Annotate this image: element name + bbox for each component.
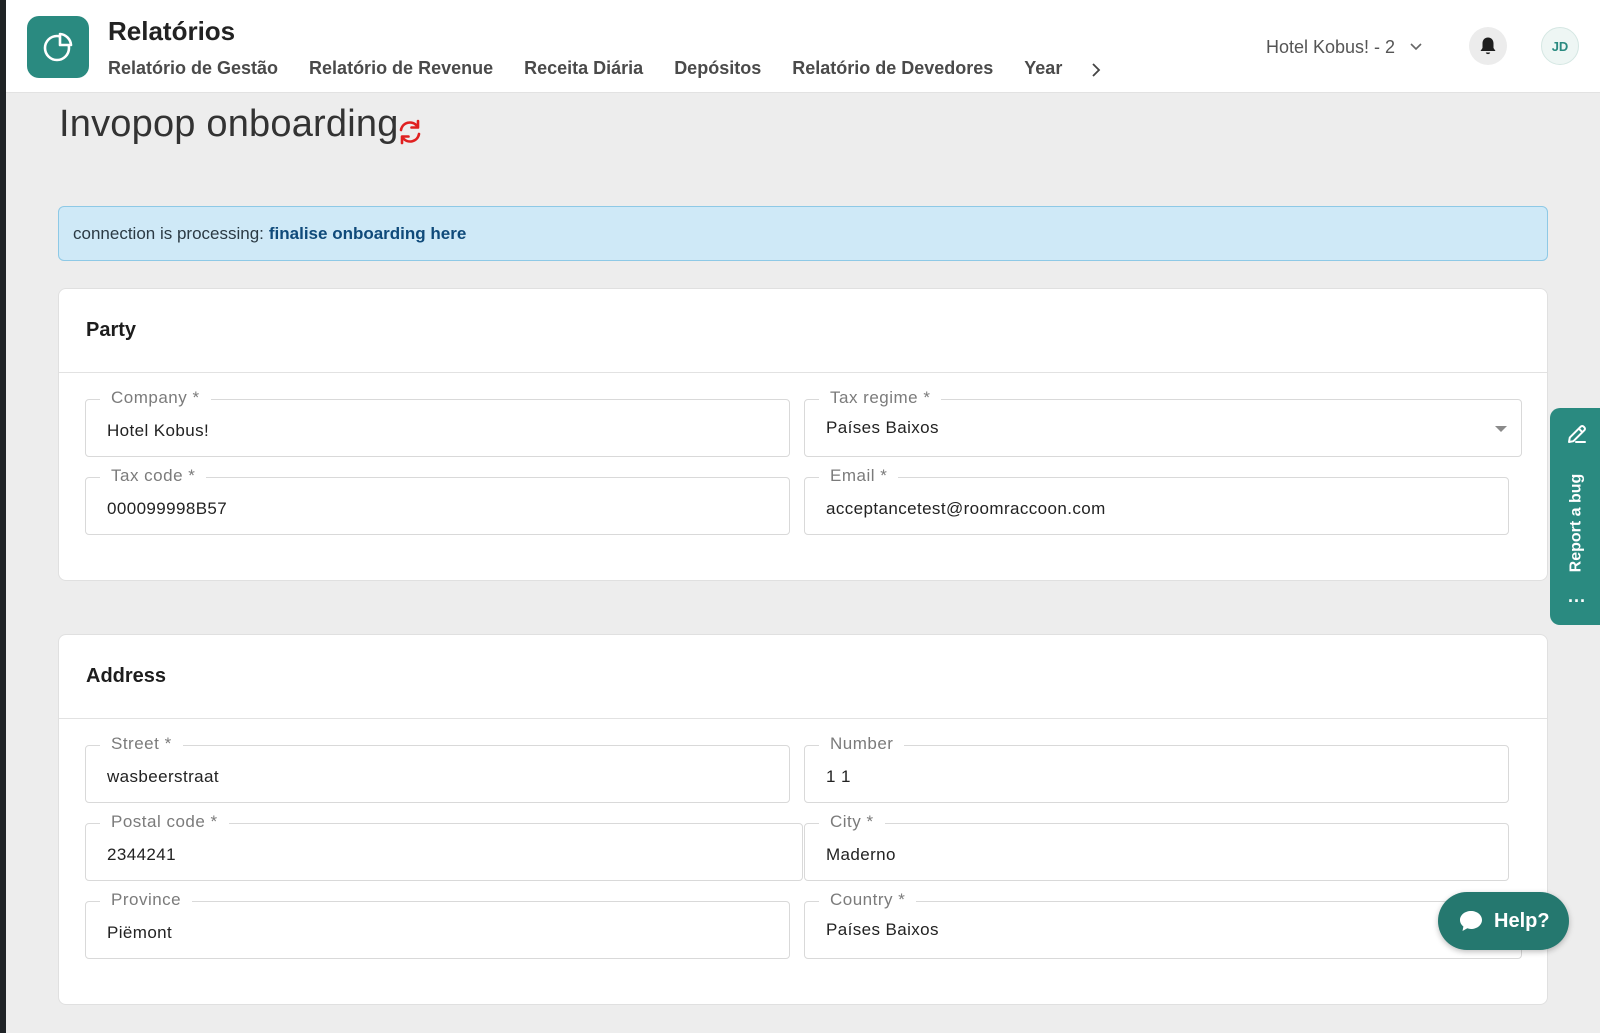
postal-code-value: 2344241 — [107, 845, 176, 864]
tax-code-value: 000099998B57 — [107, 499, 228, 518]
report-bug-label-wrap: Report a bug — [1564, 468, 1588, 578]
report-tabs: Relatório de Gestão Relatório de Revenue… — [108, 58, 1063, 82]
tab-daily-revenue[interactable]: Receita Diária — [524, 58, 643, 82]
tab-year[interactable]: Year — [1024, 58, 1062, 82]
address-card: Address Street * wasbeerstraat Number 1 … — [58, 634, 1548, 1005]
street-label: Street * — [100, 734, 183, 754]
number-value: 1 1 — [826, 767, 851, 786]
tax-regime-select[interactable]: Tax regime * Países Baixos — [804, 388, 1522, 457]
window-edge — [0, 0, 6, 1033]
street-field[interactable]: Street * wasbeerstraat — [85, 734, 790, 803]
postal-code-field[interactable]: Postal code * 2344241 — [85, 812, 803, 881]
report-bug-label: Report a bug — [1567, 473, 1585, 573]
more-options-icon[interactable]: ... — [1568, 586, 1586, 607]
help-label: Help? — [1494, 909, 1550, 932]
city-label: City * — [819, 812, 885, 832]
page-title: Invopop onboarding — [59, 103, 399, 145]
address-heading: Address — [59, 635, 1547, 719]
tax-code-field[interactable]: Tax code * 000099998B57 — [85, 466, 790, 535]
country-label: Country * — [819, 890, 917, 910]
hotel-selector-label: Hotel Kobus! - 2 — [1266, 36, 1396, 57]
reports-logo-icon[interactable] — [27, 16, 89, 78]
street-value: wasbeerstraat — [107, 767, 219, 786]
party-card: Party Company * Hotel Kobus! Tax regime … — [58, 288, 1548, 581]
tax-regime-value: Países Baixos — [826, 418, 939, 437]
company-field[interactable]: Company * Hotel Kobus! — [85, 388, 790, 457]
country-value: Países Baixos — [826, 920, 939, 939]
report-bug-tab[interactable]: Report a bug ... — [1550, 408, 1600, 625]
company-value: Hotel Kobus! — [107, 421, 210, 440]
country-select[interactable]: Country * Países Baixos — [804, 890, 1522, 959]
avatar[interactable]: JD — [1541, 27, 1579, 65]
tab-deposits[interactable]: Depósitos — [674, 58, 761, 82]
province-value: Piëmont — [107, 923, 173, 942]
postal-code-label: Postal code * — [100, 812, 229, 832]
tab-management-report[interactable]: Relatório de Gestão — [108, 58, 278, 82]
refresh-icon[interactable] — [396, 118, 424, 146]
number-label: Number — [819, 734, 905, 754]
province-field[interactable]: Province Piëmont — [85, 890, 790, 959]
finalise-onboarding-link[interactable]: finalise onboarding here — [269, 224, 466, 244]
tab-debtors-report[interactable]: Relatório de Devedores — [792, 58, 993, 82]
dropdown-caret-icon — [1495, 426, 1507, 432]
number-field[interactable]: Number 1 1 — [804, 734, 1509, 803]
hotel-selector[interactable]: Hotel Kobus! - 2 — [1266, 34, 1423, 60]
city-field[interactable]: City * Maderno — [804, 812, 1509, 881]
tax-code-label: Tax code * — [100, 466, 207, 486]
top-header: Relatórios Relatório de Gestão Relatório… — [6, 0, 1600, 93]
bell-icon — [1480, 37, 1496, 55]
help-button[interactable]: Help? — [1438, 892, 1569, 950]
notifications-button[interactable] — [1469, 27, 1507, 65]
processing-alert: connection is processing: finalise onboa… — [58, 206, 1548, 261]
tax-regime-label: Tax regime * — [819, 388, 942, 408]
alert-text: connection is processing: — [73, 223, 264, 243]
company-label: Company * — [100, 388, 211, 408]
city-value: Maderno — [826, 845, 896, 864]
chevron-down-icon — [1410, 43, 1422, 51]
pencil-icon — [1568, 425, 1586, 443]
chevron-right-icon[interactable] — [1086, 58, 1106, 82]
party-heading: Party — [59, 289, 1547, 373]
province-label: Province — [100, 890, 193, 910]
email-label: Email * — [819, 466, 899, 486]
email-value: acceptancetest@roomraccoon.com — [826, 499, 1106, 518]
chat-bubble-icon — [1460, 911, 1482, 931]
email-field[interactable]: Email * acceptancetest@roomraccoon.com — [804, 466, 1509, 535]
section-title: Relatórios — [108, 16, 236, 46]
tab-revenue-report[interactable]: Relatório de Revenue — [309, 58, 493, 82]
